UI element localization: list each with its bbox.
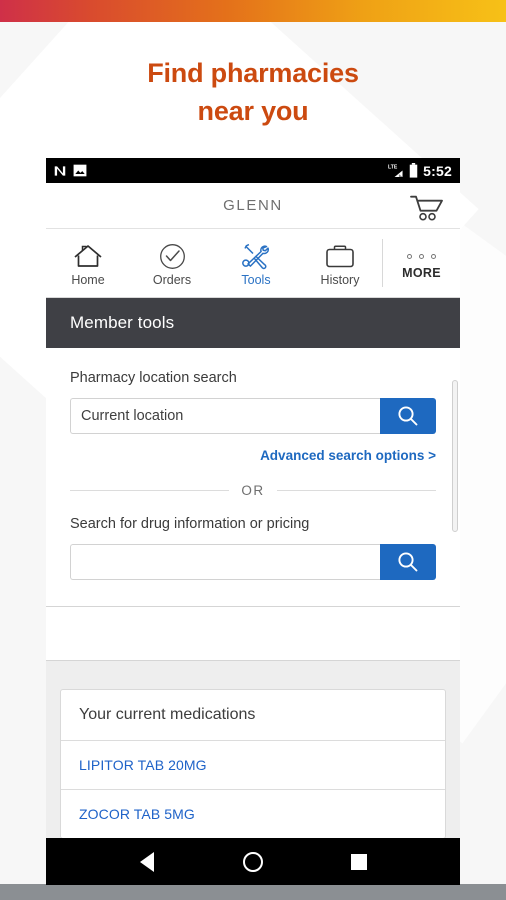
card-bottom-spacer	[46, 607, 460, 661]
shopping-cart-icon	[410, 195, 443, 220]
primary-nav-tabs: Home Orders Tools History MORE	[46, 229, 460, 298]
tab-more-label: MORE	[402, 265, 441, 280]
tab-home-label: Home	[71, 273, 105, 287]
content-scrollbar[interactable]	[452, 380, 458, 532]
divider-line-right	[276, 490, 436, 491]
tab-orders-label: Orders	[152, 273, 192, 287]
tab-history-label: History	[320, 273, 360, 287]
page-content: Member tools Pharmacy location search Ad…	[46, 298, 460, 838]
android-back-button[interactable]	[124, 846, 170, 878]
tab-home[interactable]: Home	[46, 229, 130, 297]
home-circle-icon	[243, 851, 263, 872]
promo-heading-line2: near you	[197, 96, 309, 126]
gradient-top-bar	[0, 0, 506, 22]
section-header: Member tools	[46, 298, 460, 348]
android-recents-button[interactable]	[336, 846, 382, 878]
magnifier-icon	[398, 406, 418, 426]
bottom-gray-strip	[0, 884, 506, 900]
search-card: Pharmacy location search Advanced search…	[46, 348, 460, 607]
status-bar-right-icons: LTE 5:52	[388, 163, 452, 179]
screenshot-image-icon	[73, 164, 87, 177]
or-divider-label: OR	[241, 483, 265, 498]
status-bar-left-icons	[53, 164, 87, 178]
nova-launcher-icon	[54, 165, 66, 176]
list-item[interactable]: LIPITOR TAB 20MG	[61, 741, 445, 790]
medications-card: Your current medications LIPITOR TAB 20M…	[60, 689, 446, 838]
tab-tools[interactable]: Tools	[214, 229, 298, 297]
briefcase-icon	[325, 243, 355, 270]
tab-more[interactable]: MORE	[382, 239, 460, 287]
pharmacy-search-row	[70, 398, 436, 434]
list-item[interactable]: ZOCOR TAB 5MG	[61, 790, 445, 838]
drug-search-input[interactable]	[70, 544, 380, 580]
pharmacy-search-button[interactable]	[380, 398, 436, 434]
android-navigation-bar	[46, 838, 460, 885]
drug-search-row	[70, 544, 436, 580]
advanced-search-options-link[interactable]: Advanced search options >	[260, 448, 436, 463]
tools-wrench-screwdriver-icon	[241, 243, 271, 270]
pharmacy-search-label: Pharmacy location search	[70, 370, 237, 386]
battery-icon	[409, 163, 418, 178]
advanced-search-row: Advanced search options >	[70, 447, 436, 465]
or-divider: OR	[70, 483, 436, 498]
promo-heading: Find pharmacies near you	[0, 54, 506, 130]
tab-tools-label: Tools	[241, 273, 271, 287]
cart-button[interactable]	[406, 190, 446, 224]
tab-orders[interactable]: Orders	[130, 229, 214, 297]
promo-heading-line1: Find pharmacies	[147, 58, 359, 88]
lte-signal-icon: LTE	[388, 164, 403, 178]
magnifier-icon	[398, 552, 418, 572]
pharmacy-search-input[interactable]	[70, 398, 380, 434]
recent-apps-square-icon	[351, 853, 367, 870]
house-icon	[73, 243, 103, 270]
divider-line-left	[70, 490, 230, 491]
drug-search-button[interactable]	[380, 544, 436, 580]
drug-search-label: Search for drug information or pricing	[70, 516, 310, 532]
check-circle-icon	[159, 243, 186, 270]
svg-text:LTE: LTE	[388, 164, 398, 170]
back-triangle-icon	[140, 851, 154, 872]
phone-screenshot: LTE 5:52 GLENN Home Orders Tools History…	[46, 158, 460, 885]
app-title-bar: GLENN	[46, 183, 460, 229]
three-dots-icon	[407, 251, 436, 263]
medications-title: Your current medications	[61, 690, 445, 741]
android-status-bar: LTE 5:52	[46, 158, 460, 183]
app-title: GLENN	[223, 197, 283, 214]
status-bar-clock: 5:52	[423, 162, 452, 179]
android-home-button[interactable]	[230, 846, 276, 878]
tab-history[interactable]: History	[298, 229, 382, 297]
section-header-title: Member tools	[70, 313, 175, 332]
medications-section: Your current medications LIPITOR TAB 20M…	[46, 661, 460, 838]
